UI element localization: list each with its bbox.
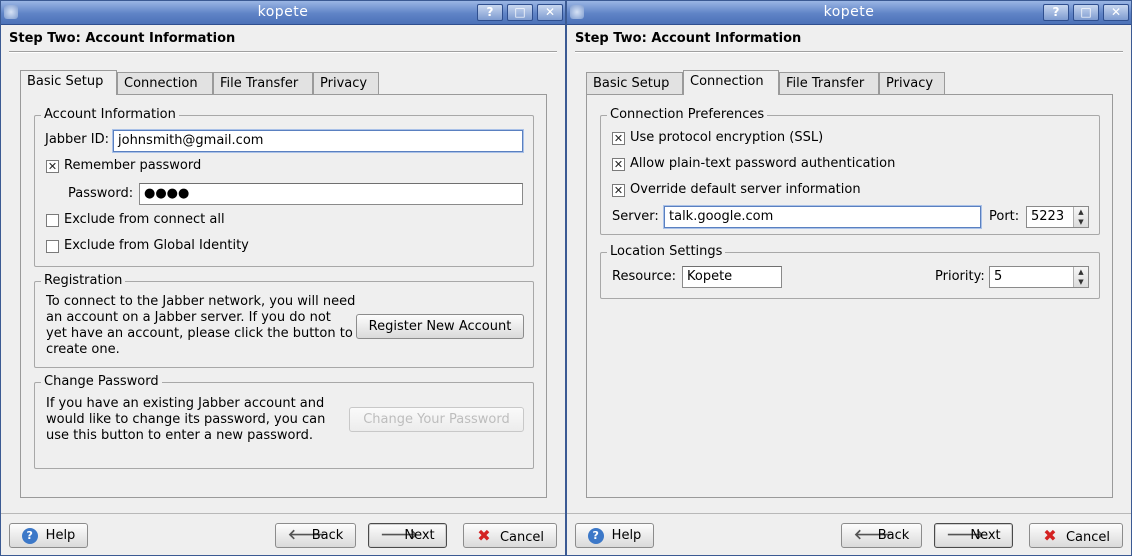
- tab-panel: Connection Preferences ✕ Use protocol en…: [586, 94, 1113, 498]
- exclude-connect-all-label[interactable]: Exclude from connect all: [64, 212, 225, 227]
- account-information-group: Account Information Jabber ID: johnsmith…: [34, 107, 534, 267]
- cancel-label: Cancel: [1065, 530, 1111, 545]
- help-label: Help: [45, 528, 76, 543]
- tab-file-transfer[interactable]: File Transfer: [213, 72, 313, 94]
- text-line: create one.: [46, 342, 120, 357]
- help-button[interactable]: ? Help: [575, 523, 654, 548]
- registration-text: To connect to the Jabber network, you wi…: [46, 294, 355, 358]
- close-button[interactable]: ✕: [537, 4, 563, 21]
- help-title-button[interactable]: ?: [477, 4, 503, 21]
- step-heading: Step Two: Account Information: [575, 31, 802, 46]
- kopete-window-connection: kopete ? □ ✕ Step Two: Account Informati…: [566, 0, 1132, 556]
- plaintext-auth-checkbox[interactable]: ✕: [612, 158, 625, 171]
- priority-value: 5: [994, 269, 1003, 284]
- next-arrow-icon: 🡒: [380, 527, 418, 543]
- tab-file-transfer[interactable]: File Transfer: [779, 72, 879, 94]
- back-arrow-icon: 🡐: [287, 527, 326, 543]
- ssl-label[interactable]: Use protocol encryption (SSL): [630, 130, 823, 145]
- priority-label: Priority:: [935, 269, 985, 284]
- tab-privacy[interactable]: Privacy: [879, 72, 945, 94]
- jabber-id-label: Jabber ID:: [45, 132, 110, 147]
- next-label: Next: [970, 528, 1001, 543]
- group-title: Change Password: [41, 374, 162, 389]
- server-label: Server:: [612, 209, 659, 224]
- text-line: yet have an account, please click the bu…: [46, 326, 353, 341]
- plaintext-auth-label[interactable]: Allow plain-text password authentication: [630, 156, 895, 171]
- override-server-checkbox[interactable]: ✕: [612, 184, 625, 197]
- kopete-window-basic-setup: kopete ? □ ✕ Step Two: Account Informati…: [0, 0, 566, 556]
- divider: [1, 513, 565, 514]
- next-button[interactable]: 🡒Next: [934, 523, 1013, 548]
- location-settings-group: Location Settings Resource: Kopete Prior…: [600, 244, 1100, 299]
- group-title: Registration: [41, 273, 126, 288]
- server-input[interactable]: talk.google.com: [664, 206, 981, 228]
- next-arrow-icon: 🡒: [946, 527, 984, 543]
- group-title: Account Information: [41, 107, 179, 122]
- spin-arrows-icon[interactable]: ▲ ▼: [1073, 267, 1088, 287]
- next-button[interactable]: 🡒Next: [368, 523, 447, 548]
- change-password-group: Change Password If you have an existing …: [34, 374, 534, 469]
- back-button[interactable]: 🡐Back: [275, 523, 356, 548]
- group-title: Location Settings: [607, 244, 726, 259]
- password-label: Password:: [68, 186, 134, 201]
- port-spinbox[interactable]: 5223 ▲ ▼: [1026, 206, 1089, 228]
- help-label: Help: [611, 528, 642, 543]
- resource-label: Resource:: [612, 269, 676, 284]
- tab-basic-setup[interactable]: Basic Setup: [20, 70, 117, 95]
- jabber-id-input[interactable]: johnsmith@gmail.com: [113, 130, 523, 152]
- title-bar[interactable]: kopete ? □ ✕: [1, 1, 565, 25]
- cancel-button[interactable]: ✖ Cancel: [1029, 523, 1123, 548]
- remember-password-checkbox[interactable]: ✕: [46, 160, 59, 173]
- connection-preferences-group: Connection Preferences ✕ Use protocol en…: [600, 107, 1100, 235]
- tab-connection[interactable]: Connection: [683, 70, 779, 95]
- help-icon: ?: [587, 528, 604, 544]
- override-server-label[interactable]: Override default server information: [630, 182, 861, 197]
- help-title-button[interactable]: ?: [1043, 4, 1069, 21]
- change-password-text: If you have an existing Jabber account a…: [46, 396, 325, 444]
- divider: [575, 51, 1123, 53]
- tab-panel: Account Information Jabber ID: johnsmith…: [20, 94, 547, 498]
- remember-password-label[interactable]: Remember password: [64, 158, 201, 173]
- change-your-password-button[interactable]: Change Your Password: [349, 407, 524, 432]
- back-arrow-icon: 🡐: [853, 527, 892, 543]
- port-value: 5223: [1031, 209, 1065, 224]
- close-button[interactable]: ✕: [1103, 4, 1129, 21]
- back-button[interactable]: 🡐Back: [841, 523, 922, 548]
- title-bar[interactable]: kopete ? □ ✕: [567, 1, 1131, 25]
- step-heading: Step Two: Account Information: [9, 31, 236, 46]
- divider: [9, 51, 557, 53]
- resource-input[interactable]: Kopete: [682, 266, 782, 288]
- password-field[interactable]: ●●●●: [139, 183, 523, 205]
- cancel-label: Cancel: [499, 530, 545, 545]
- text-line: would like to change its password, you c…: [46, 412, 326, 427]
- exclude-connect-all-checkbox[interactable]: [46, 214, 59, 227]
- divider: [567, 513, 1131, 514]
- back-label: Back: [877, 528, 910, 543]
- maximize-button[interactable]: □: [1073, 4, 1099, 21]
- spin-arrows-icon[interactable]: ▲ ▼: [1073, 207, 1088, 227]
- tab-connection[interactable]: Connection: [117, 72, 213, 94]
- cancel-button[interactable]: ✖ Cancel: [463, 523, 557, 548]
- tab-privacy[interactable]: Privacy: [313, 72, 379, 94]
- text-line: To connect to the Jabber network, you wi…: [46, 294, 356, 309]
- exclude-global-identity-label[interactable]: Exclude from Global Identity: [64, 238, 249, 253]
- tab-basic-setup[interactable]: Basic Setup: [586, 72, 683, 94]
- ssl-checkbox[interactable]: ✕: [612, 132, 625, 145]
- port-label: Port:: [989, 209, 1020, 224]
- text-line: use this button to enter a new password.: [46, 428, 313, 443]
- cancel-icon: ✖: [1043, 526, 1057, 545]
- help-button[interactable]: ? Help: [9, 523, 88, 548]
- text-line: If you have an existing Jabber account a…: [46, 396, 325, 411]
- back-label: Back: [311, 528, 344, 543]
- group-title: Connection Preferences: [607, 107, 768, 122]
- next-label: Next: [404, 528, 435, 543]
- register-new-account-button[interactable]: Register New Account: [356, 314, 524, 339]
- cancel-icon: ✖: [477, 526, 491, 545]
- maximize-button[interactable]: □: [507, 4, 533, 21]
- priority-spinbox[interactable]: 5 ▲ ▼: [989, 266, 1089, 288]
- registration-group: Registration To connect to the Jabber ne…: [34, 273, 534, 368]
- text-line: an account on a Jabber server. If you do…: [46, 310, 331, 325]
- help-icon: ?: [21, 528, 38, 544]
- exclude-global-identity-checkbox[interactable]: [46, 240, 59, 253]
